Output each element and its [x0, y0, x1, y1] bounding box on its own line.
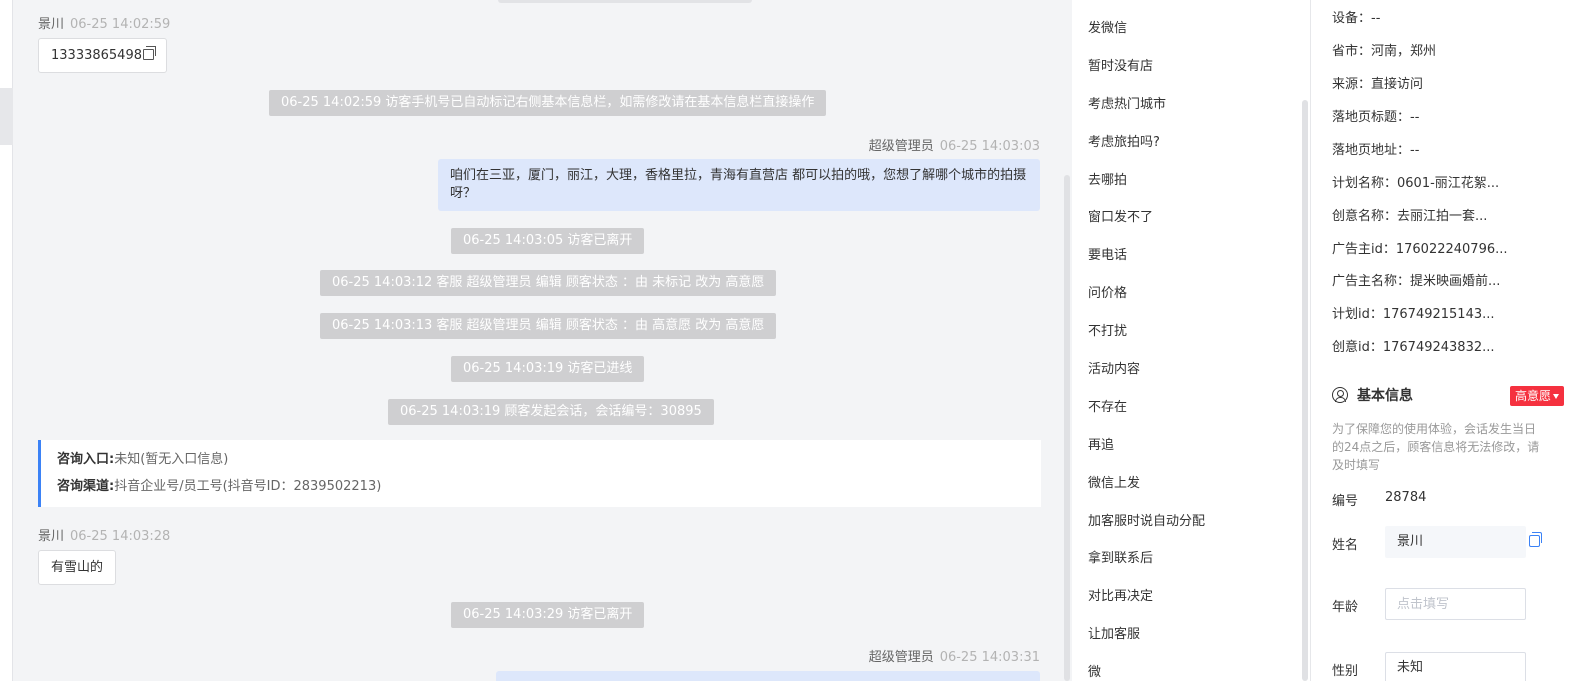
caret-down-icon [1553, 394, 1559, 399]
info-plan-id: 计划id：176749215143... [1332, 307, 1495, 322]
system-note: 06-25 14:03:29 访客已离开 [451, 602, 645, 628]
info-creative-name: 创意名称：去丽江拍一套... [1332, 209, 1488, 224]
basic-info-title: 基本信息 [1357, 388, 1413, 404]
name-field[interactable]: 景川 [1385, 526, 1526, 558]
message-header: 景川 06-25 14:02:59 [38, 13, 170, 32]
collapse-tab[interactable] [0, 88, 13, 145]
id-label: 编号 [1332, 494, 1359, 509]
consult-entry-value: 未知(暂无入口信息) [114, 452, 229, 467]
quick-reply-item[interactable]: 发微信 [1088, 10, 1205, 48]
info-plan-name: 计划名称：0601-丽江花絮... [1332, 176, 1500, 191]
info-creative-id: 创意id：176749243832... [1332, 340, 1495, 355]
quick-reply-item[interactable]: 加客服时说自动分配 [1088, 503, 1205, 541]
quick-reply-scrollbar[interactable] [1302, 100, 1308, 681]
intent-status-label: 高意愿 [1514, 389, 1551, 403]
consult-entry-row: 咨询入口:未知(暂无入口信息) [57, 451, 1025, 478]
info-advertiser-id: 广告主id：176022240796... [1332, 242, 1508, 257]
message-time: 06-25 14:03:31 [939, 650, 1040, 665]
quick-reply-item[interactable]: 要电话 [1088, 237, 1205, 275]
info-province-city: 省市：河南，郑州 [1332, 44, 1437, 59]
quick-reply-item[interactable]: 拿到联系后 [1088, 540, 1205, 578]
quick-reply-panel: 发微信 暂时没有店 考虑热门城市 考虑旅拍吗? 去哪拍 窗口发不了 要电话 问价… [1072, 0, 1310, 681]
system-note: 06-25 14:02:59 访客手机号已自动标记右侧基本信息栏，如需修改请在基… [269, 90, 827, 116]
quick-reply-item[interactable]: 不打扰 [1088, 313, 1205, 351]
info-device: 设备：-- [1332, 11, 1381, 26]
message-bubble: 有雪山的 [38, 550, 117, 585]
quick-reply-item[interactable]: 考虑旅拍吗? [1088, 124, 1205, 162]
message-time: 06-25 14:03:03 [939, 139, 1040, 154]
sender-name: 景川 [38, 529, 65, 544]
system-note: 06-25 14:03:05 访客已离开 [451, 228, 645, 254]
copy-icon[interactable] [1529, 532, 1542, 547]
chat-scrollbar[interactable] [1064, 175, 1070, 681]
gender-label: 性别 [1332, 664, 1359, 679]
gender-select[interactable]: 未知 [1385, 652, 1526, 681]
quick-reply-item[interactable]: 对比再决定 [1088, 578, 1205, 616]
intent-status-dropdown[interactable]: 高意愿 [1509, 386, 1564, 406]
system-note: 06-25 14:03:19 顾客发起会话，会话编号：30895 [388, 399, 714, 425]
message-text: 13333865498 [51, 48, 142, 63]
sender-name: 超级管理员 [868, 139, 934, 154]
system-note: 06-25 14:03:19 访客已进线 [451, 356, 645, 382]
message-bubble: 咱们在三亚，厦门，丽江，大理，香格里拉，青海有直营店 都可以拍的哦，您想了解哪个… [438, 159, 1040, 211]
system-note: 06-25 14:03:13 客服 超级管理员 编辑 顾客状态 ：由 高意愿 改… [320, 313, 777, 339]
quick-reply-item[interactable]: 微 [1088, 654, 1205, 681]
message-time: 06-25 14:02:59 [70, 17, 171, 32]
message-header: 超级管理员 06-25 14:03:03 [869, 135, 1040, 154]
message-header: 超级管理员 06-25 14:03:31 [869, 646, 1040, 665]
age-label: 年龄 [1332, 600, 1359, 615]
info-landing-title: 落地页标题：-- [1332, 110, 1420, 125]
age-input[interactable] [1385, 588, 1526, 620]
quick-reply-item[interactable]: 去哪拍 [1088, 162, 1205, 200]
quick-reply-list: 发微信 暂时没有店 考虑热门城市 考虑旅拍吗? 去哪拍 窗口发不了 要电话 问价… [1088, 10, 1205, 681]
consult-info-card: 咨询入口:未知(暂无入口信息) 咨询渠道:抖音企业号/员工号(抖音号ID：283… [38, 440, 1041, 507]
consult-channel-row: 咨询渠道:抖音企业号/员工号(抖音号ID：2839502213) [57, 478, 1025, 505]
quick-reply-item[interactable]: 窗口发不了 [1088, 199, 1205, 237]
quick-reply-item[interactable]: 让加客服 [1088, 616, 1205, 654]
sender-name: 景川 [38, 17, 65, 32]
customer-info-panel: 设备：-- 省市：河南，郑州 来源：直接访问 落地页标题：-- 落地页地址：--… [1310, 0, 1576, 681]
user-circle-icon [1332, 387, 1348, 403]
message-time: 06-25 14:03:28 [70, 529, 171, 544]
quick-reply-item[interactable]: 微信上发 [1088, 465, 1205, 503]
message-bubble [496, 671, 1040, 681]
info-advertiser-name: 广告主名称：提米映画婚前... [1332, 274, 1501, 289]
copy-icon[interactable] [142, 46, 156, 60]
sender-name: 超级管理员 [868, 650, 934, 665]
id-value: 28784 [1385, 490, 1427, 505]
consult-channel-label: 咨询渠道: [57, 479, 115, 494]
top-shadow [498, 0, 752, 3]
info-landing-url: 落地页地址：-- [1332, 143, 1420, 158]
quick-reply-item[interactable]: 暂时没有店 [1088, 48, 1205, 86]
consult-entry-label: 咨询入口: [57, 452, 115, 467]
consult-channel-value: 抖音企业号/员工号(抖音号ID：2839502213) [114, 479, 382, 494]
message-header: 景川 06-25 14:03:28 [38, 525, 170, 544]
quick-reply-item[interactable]: 问价格 [1088, 275, 1205, 313]
basic-info-header: 基本信息 高意愿 [1332, 384, 1564, 406]
edit-notice: 为了保障您的使用体验，会话发生当日的24点之后，顾客信息将无法修改，请及时填写 [1332, 422, 1540, 472]
name-label: 姓名 [1332, 538, 1359, 553]
quick-reply-item[interactable]: 不存在 [1088, 389, 1205, 427]
quick-reply-item[interactable]: 活动内容 [1088, 351, 1205, 389]
system-note: 06-25 14:03:12 客服 超级管理员 编辑 顾客状态 ：由 未标记 改… [320, 270, 777, 296]
quick-reply-item[interactable]: 再追 [1088, 427, 1205, 465]
message-text: 有雪山的 [51, 560, 104, 575]
info-source: 来源：直接访问 [1332, 77, 1424, 92]
chat-panel: 景川 06-25 14:02:59 13333865498 06-25 14:02… [0, 0, 1072, 681]
message-bubble: 13333865498 [38, 38, 167, 73]
message-text: 咱们在三亚，厦门，丽江，大理，香格里拉，青海有直营店 都可以拍的哦，您想了解哪个… [450, 168, 1027, 201]
quick-reply-item[interactable]: 考虑热门城市 [1088, 86, 1205, 124]
